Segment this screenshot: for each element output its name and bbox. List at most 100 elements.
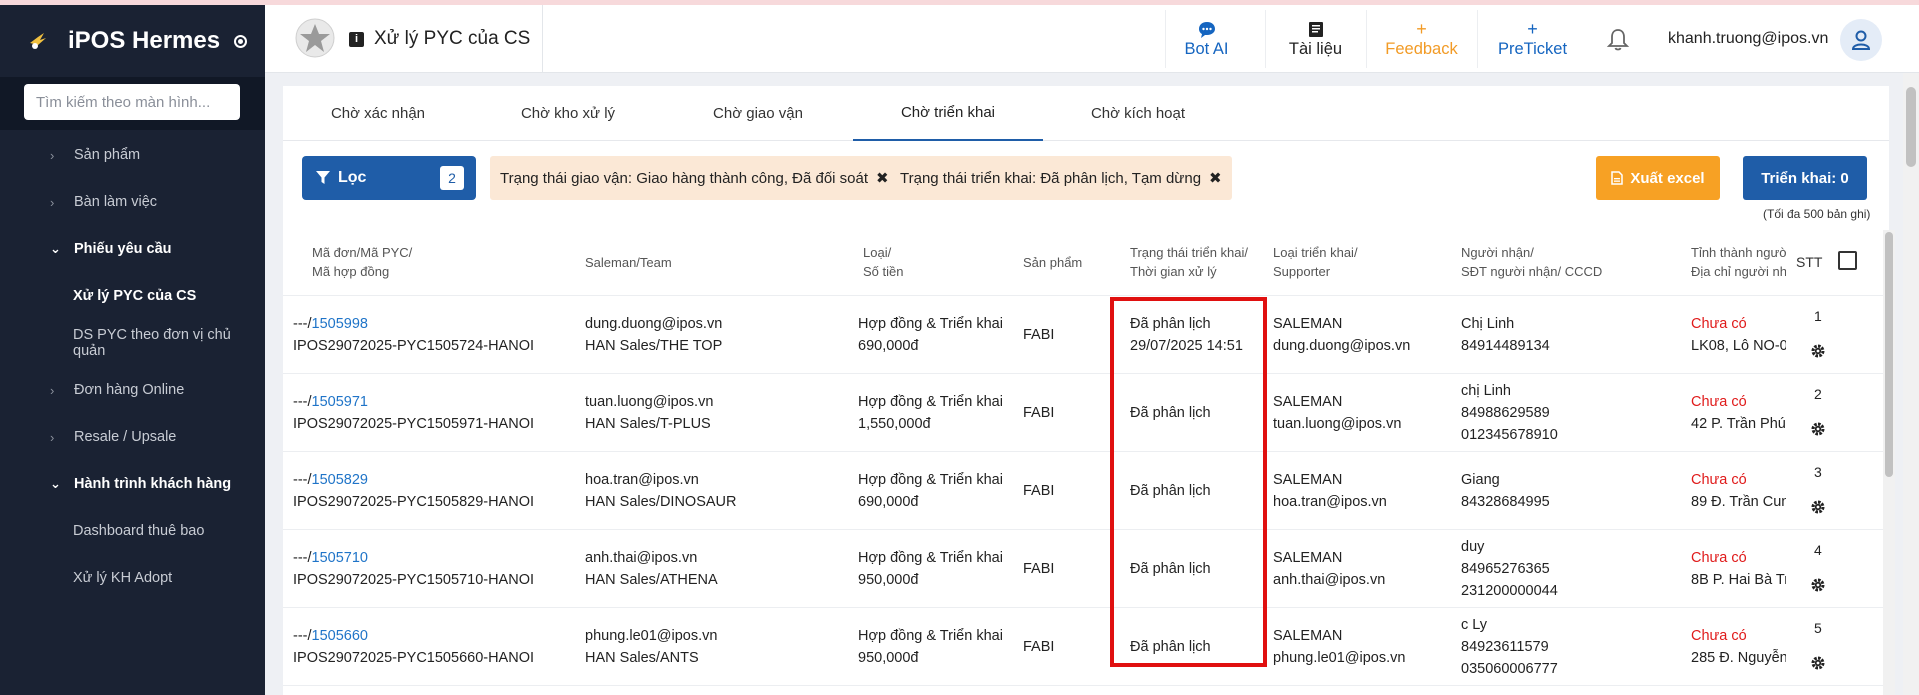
sidebar-item-resale-upsale[interactable]: › Resale / Upsale — [0, 417, 265, 457]
gear-icon[interactable] — [1810, 499, 1826, 515]
table-row[interactable]: ---/1505710 IPOS29072025-PYC1505710-HANO… — [283, 530, 1883, 608]
deploy-limit-note: (Tối đa 500 bản ghi) — [1763, 207, 1871, 221]
bot-ai-label: Bot AI — [1184, 39, 1229, 58]
table-scrollbar[interactable] — [1883, 230, 1895, 695]
filter-chip-label: Trạng thái giao vận: Giao hàng thành côn… — [500, 169, 869, 187]
sidebar-item-label: Bàn làm việc — [74, 194, 158, 210]
header-code: Mã đơn/Mã PYC/ Mã hợp đồng — [312, 243, 412, 281]
sidebar-item-label: Xử lý PYC của CS — [73, 288, 197, 304]
docs-button[interactable]: Tài liệu — [1265, 10, 1365, 68]
province: Chưa có — [1691, 628, 1747, 644]
page-title-wrap: i Xử lý PYC của CS — [349, 5, 544, 73]
sidebar-item-phieu-yeu-cau[interactable]: ⌄ Phiếu yêu cầu — [0, 229, 265, 269]
avatar[interactable] — [1840, 19, 1882, 61]
pyc-link[interactable]: 1505829 — [312, 472, 368, 488]
brand[interactable]: iPOS Hermes — [0, 5, 265, 77]
sidebar-item-don-hang-online[interactable]: › Đơn hàng Online — [0, 370, 265, 410]
cell-type: Hợp đồng & Triển khai 950,000đ — [858, 547, 1003, 591]
user-email[interactable]: khanh.truong@ipos.vn — [1668, 30, 1828, 48]
tab-cho-giao-van[interactable]: Chờ giao vận — [663, 86, 853, 141]
select-all-checkbox[interactable] — [1838, 251, 1857, 270]
header-receiver-line1: Người nhận/ — [1461, 245, 1534, 260]
export-excel-button[interactable]: Xuất excel — [1596, 156, 1720, 200]
filter-chip-trien-khai[interactable]: Trạng thái triển khai: Đã phân lịch, Tạm… — [890, 156, 1232, 200]
cell-code: ---/1505710 IPOS29072025-PYC1505710-HANO… — [293, 547, 534, 591]
sidebar-item-xu-ly-pyc-cs[interactable]: Xử lý PYC của CS — [0, 276, 265, 316]
deploy-type: SALEMAN — [1273, 394, 1343, 410]
sidebar-item-label: Sản phẩm — [74, 147, 141, 163]
pyc-link[interactable]: 1505998 — [312, 316, 368, 332]
table-row[interactable]: ---/1505829 IPOS29072025-PYC1505829-HANO… — [283, 452, 1883, 530]
province: Chưa có — [1691, 394, 1747, 410]
filter-chip-label: Trạng thái triển khai: Đã phân lịch, Tạm… — [900, 169, 1202, 187]
deploy-status: Đã phân lịch — [1130, 639, 1211, 655]
gear-icon[interactable] — [1810, 421, 1826, 437]
pyc-link[interactable]: 1505971 — [312, 394, 368, 410]
receiver-name: Giang — [1461, 472, 1500, 488]
deploy-type: SALEMAN — [1273, 472, 1343, 488]
row-stt: 1 — [1814, 308, 1822, 324]
tab-cho-trien-khai[interactable]: Chờ triển khai — [853, 86, 1043, 141]
pyc-link[interactable]: 1505710 — [312, 550, 368, 566]
header-address: Tỉnh thành người Địa chỉ người nhận — [1691, 243, 1786, 281]
sidebar-item-label: Phiếu yêu cầu — [74, 241, 172, 257]
gear-icon[interactable] — [1810, 655, 1826, 671]
sidebar-item-label: Dashboard thuê bao — [73, 523, 205, 539]
filter-button[interactable]: Lọc 2 — [302, 156, 476, 200]
app-name: iPOS Hermes — [68, 27, 221, 54]
page-scrollbar[interactable] — [1903, 73, 1919, 695]
province: Chưa có — [1691, 550, 1747, 566]
feedback-button[interactable]: + Feedback — [1366, 10, 1476, 68]
gear-icon[interactable] — [1810, 343, 1826, 359]
header-deploy: Loại triển khai/ Supporter — [1273, 243, 1358, 281]
cell-code: ---/1505998 IPOS29072025-PYC1505724-HANO… — [293, 313, 534, 357]
close-icon[interactable]: ✖ — [876, 169, 889, 187]
sidebar-item-hanh-trinh-kh[interactable]: ⌄ Hành trình khách hàng — [0, 464, 265, 504]
filter-chip-giao-van[interactable]: Trạng thái giao vận: Giao hàng thành côn… — [490, 156, 899, 200]
sidebar-item-label: Resale / Upsale — [74, 429, 177, 445]
chevron-right-icon: › — [50, 194, 55, 210]
table-row[interactable]: ---/1505660 IPOS29072025-PYC1505660-HANO… — [283, 608, 1883, 686]
supporter: hoa.tran@ipos.vn — [1273, 494, 1387, 510]
receiver-name: c Ly — [1461, 617, 1488, 633]
cell-code: ---/1505660 IPOS29072025-PYC1505660-HANO… — [293, 625, 534, 669]
header-deploy-line2: Supporter — [1273, 264, 1331, 279]
info-icon[interactable]: i — [349, 31, 364, 47]
pyc-link[interactable]: 1505660 — [312, 628, 368, 644]
cell-type: Hợp đồng & Triển khai 1,550,000đ — [858, 391, 1003, 435]
sidebar-item-dashboard-thue-bao[interactable]: Dashboard thuê bao — [0, 511, 265, 551]
tab-cho-kich-hoat[interactable]: Chờ kích hoạt — [1043, 86, 1233, 141]
province: Chưa có — [1691, 472, 1747, 488]
sidebar-item-xu-ly-kh-adopt[interactable]: Xử lý KH Adopt — [0, 558, 265, 598]
preticket-button[interactable]: + PreTicket — [1477, 10, 1587, 68]
sidebar-search-input[interactable] — [24, 84, 240, 120]
sidebar-item-ds-pyc[interactable]: DS PYC theo đơn vị chủ quản — [0, 323, 265, 363]
cell-deploy: SALEMAN phung.le01@ipos.vn — [1273, 625, 1405, 669]
cell-type: Hợp đồng & Triển khai 690,000đ — [858, 313, 1003, 357]
contract-code: IPOS29072025-PYC1505660-HANOI — [293, 650, 535, 666]
page-scrollbar-thumb[interactable] — [1906, 87, 1916, 167]
app-status-icon[interactable] — [234, 34, 248, 48]
header-stt: STT — [1796, 254, 1823, 270]
receiver-phone: 84914489134 — [1461, 338, 1550, 354]
table-scrollbar-thumb[interactable] — [1885, 232, 1893, 477]
chevron-right-icon: › — [50, 382, 55, 398]
order-type: Hợp đồng & Triển khai — [858, 550, 1003, 566]
order-amount: 1,550,000đ — [858, 416, 931, 432]
tab-cho-kho-xu-ly[interactable]: Chờ kho xử lý — [473, 86, 663, 141]
table-row[interactable]: ---/1505971 IPOS29072025-PYC1505971-HANO… — [283, 374, 1883, 452]
tab-cho-xac-nhan[interactable]: Chờ xác nhận — [283, 86, 473, 141]
code-prefix: ---/ — [293, 472, 312, 488]
bot-ai-button[interactable]: Bot AI — [1165, 10, 1247, 68]
cell-receiver: Chị Linh 84914489134 — [1461, 313, 1550, 357]
sidebar-item-ban-lam-viec[interactable]: › Bàn làm việc — [0, 182, 265, 222]
sidebar-item-san-pham[interactable]: › Sản phẩm — [0, 135, 265, 175]
gear-icon[interactable] — [1810, 577, 1826, 593]
cell-sale: phung.le01@ipos.vn HAN Sales/ANTS — [585, 625, 717, 669]
deploy-button[interactable]: Triển khai: 0 — [1743, 156, 1867, 200]
request-table: Mã đơn/Mã PYC/ Mã hợp đồng Saleman/Team … — [283, 229, 1889, 695]
table-row[interactable]: ---/1505998 IPOS29072025-PYC1505724-HANO… — [283, 296, 1883, 374]
bell-icon[interactable] — [1605, 27, 1631, 53]
cell-type: Hợp đồng & Triển khai 950,000đ — [858, 625, 1003, 669]
close-icon[interactable]: ✖ — [1209, 169, 1222, 187]
